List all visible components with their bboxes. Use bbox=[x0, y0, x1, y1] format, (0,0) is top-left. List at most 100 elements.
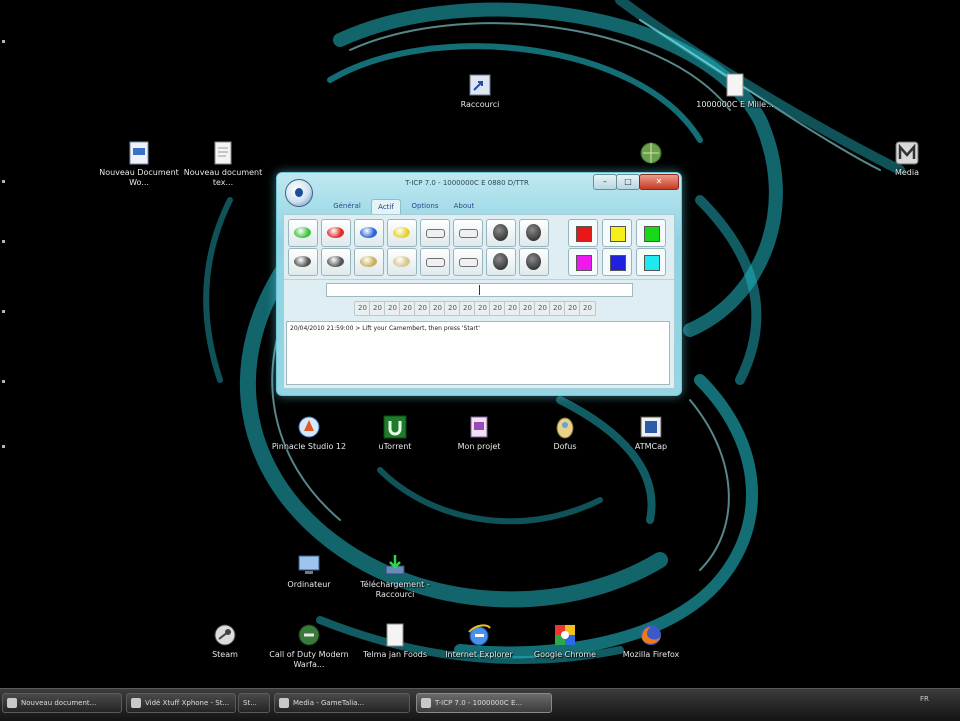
tool-pencil-button[interactable] bbox=[387, 248, 417, 276]
desktop-icon-atmcap[interactable]: ATMCap bbox=[606, 414, 696, 452]
color-blue-swatch[interactable] bbox=[602, 248, 632, 276]
steam-icon bbox=[214, 624, 236, 646]
divider bbox=[284, 279, 674, 280]
tool-gray-pill-2-icon bbox=[327, 256, 344, 267]
color-green-swatch-fill bbox=[644, 226, 660, 242]
desktop-icon-telechargement[interactable]: Téléchargement - Raccourci bbox=[350, 552, 440, 600]
cod-icon bbox=[298, 624, 320, 646]
tool-dark-round-2-icon bbox=[526, 224, 541, 241]
desktop-icon-nouveau-document-1[interactable]: Nouveau Document Wo... bbox=[94, 140, 184, 188]
tool-flat-2-button[interactable] bbox=[453, 219, 483, 247]
color-red-swatch[interactable] bbox=[568, 219, 598, 247]
tool-flat-4-button[interactable] bbox=[453, 248, 483, 276]
window-title: T-ICP 7.0 - 1000000C E 0880 D/TTR bbox=[405, 179, 529, 187]
tool-flat-3-icon bbox=[426, 258, 445, 267]
tool-dark-round-4-icon bbox=[526, 253, 541, 270]
maximize-button[interactable]: □ bbox=[616, 174, 640, 190]
desktop-icon-firefox[interactable]: Mozilla Firefox bbox=[606, 622, 696, 660]
desktop-icon-dofus[interactable]: Dofus bbox=[520, 414, 610, 452]
tool-flat-1-button[interactable] bbox=[420, 219, 450, 247]
desktop-icon-label: ATMCap bbox=[634, 442, 668, 451]
color-cyan-swatch[interactable] bbox=[636, 248, 666, 276]
tool-flat-3-button[interactable] bbox=[420, 248, 450, 276]
color-green-swatch[interactable] bbox=[636, 219, 666, 247]
task-label: Nouveau document... bbox=[21, 699, 97, 707]
task-media[interactable]: Media - GameTalia... bbox=[274, 693, 410, 713]
command-input[interactable] bbox=[326, 283, 633, 297]
desktop-icon-label: Pinnacle Studio 12 bbox=[271, 442, 347, 451]
dofus-icon bbox=[556, 417, 574, 439]
app-logo-icon[interactable] bbox=[285, 179, 313, 207]
color-magenta-swatch[interactable] bbox=[568, 248, 598, 276]
desktop-icon-mon-projet[interactable]: Mon projet bbox=[434, 414, 524, 452]
tool-yellow-pill-button[interactable] bbox=[387, 219, 417, 247]
tool-gray-pill-1-button[interactable] bbox=[288, 248, 318, 276]
task-label: T-ICP 7.0 - 1000000C E... bbox=[435, 699, 523, 707]
tool-brush-icon bbox=[360, 256, 377, 267]
tool-dark-round-1-button[interactable] bbox=[486, 219, 516, 247]
desktop-icon-raccourci[interactable]: Raccourci bbox=[435, 72, 525, 110]
desktop-icon-media[interactable]: Media bbox=[862, 140, 952, 178]
desktop-icon-telma[interactable]: Telma jan Foods bbox=[350, 622, 440, 660]
actif-panel: 20 20 20 20 20 20 20 20 20 20 20 20 20 20 20 20 20/04/2… bbox=[283, 214, 675, 389]
color-red-swatch-fill bbox=[576, 226, 592, 242]
desktop-icon-label: 1000000C E Mille... bbox=[696, 100, 774, 109]
desktop-icon-file-top-right[interactable]: 1000000C E Mille... bbox=[690, 72, 780, 110]
desktop-icon-label: Mozilla Firefox bbox=[622, 650, 680, 659]
task-ticp[interactable]: T-ICP 7.0 - 1000000C E... bbox=[416, 693, 552, 713]
task-video-xtuff[interactable]: Vidé Xtuff Xphone - St... bbox=[126, 693, 236, 713]
language-indicator[interactable]: FR bbox=[920, 695, 929, 703]
minimize-button[interactable]: – bbox=[593, 174, 617, 190]
tool-blue-pill-button[interactable] bbox=[354, 219, 384, 247]
utorrent-icon bbox=[383, 415, 407, 439]
tab-options[interactable]: Options bbox=[407, 199, 443, 213]
desktop-icon-label: Internet Explorer bbox=[445, 650, 513, 659]
text-document-icon bbox=[214, 141, 232, 165]
task-label: St... bbox=[243, 699, 257, 707]
desktop-icon-nouveau-document-2[interactable]: Nouveau document tex... bbox=[178, 140, 268, 188]
tool-pencil-icon bbox=[393, 256, 410, 267]
close-icon: ✕ bbox=[655, 177, 663, 186]
video-icon bbox=[131, 698, 141, 708]
window-titlebar[interactable]: T-ICP 7.0 - 1000000C E 0880 D/TTR – □ ✕ bbox=[277, 173, 681, 195]
tool-red-pill-button[interactable] bbox=[321, 219, 351, 247]
close-button[interactable]: ✕ bbox=[639, 174, 679, 190]
tool-dark-round-4-button[interactable] bbox=[519, 248, 549, 276]
desktop-icon-label: Telma jan Foods bbox=[363, 650, 427, 659]
tool-dark-round-2-button[interactable] bbox=[519, 219, 549, 247]
desktop-icon-globe[interactable] bbox=[606, 140, 696, 168]
value-cell[interactable]: 20 bbox=[579, 301, 596, 316]
tool-green-pill-button[interactable] bbox=[288, 219, 318, 247]
task-st[interactable]: St... bbox=[238, 693, 270, 713]
task-nouveau-document[interactable]: Nouveau document... bbox=[2, 693, 122, 713]
desktop-icon-utorrent[interactable]: uTorrent bbox=[350, 414, 440, 452]
tool-brush-button[interactable] bbox=[354, 248, 384, 276]
tool-dark-round-1-icon bbox=[493, 224, 508, 241]
desktop-icon-chrome[interactable]: Google Chrome bbox=[520, 622, 610, 660]
tool-gray-pill-2-button[interactable] bbox=[321, 248, 351, 276]
color-yellow-swatch-fill bbox=[610, 226, 626, 242]
color-yellow-swatch[interactable] bbox=[602, 219, 632, 247]
media-icon bbox=[279, 698, 289, 708]
tool-dark-round-3-button[interactable] bbox=[486, 248, 516, 276]
desktop-icon-ordinateur[interactable]: Ordinateur bbox=[264, 552, 354, 590]
media-icon bbox=[895, 141, 919, 165]
desktop-icon-label: Mon projet bbox=[457, 442, 501, 451]
desktop-icon-call-of-duty[interactable]: Call of Duty Modern Warfa... bbox=[264, 622, 354, 670]
desktop-icon-pinnacle[interactable]: Pinnacle Studio 12 bbox=[264, 414, 354, 452]
tab-about[interactable]: About bbox=[449, 199, 479, 213]
tab-general[interactable]: Général bbox=[327, 199, 367, 213]
tool-red-pill-icon bbox=[327, 227, 344, 238]
document-icon bbox=[7, 698, 17, 708]
desktop-icon-label: Nouveau Document Wo... bbox=[99, 168, 179, 187]
firefox-icon bbox=[641, 625, 661, 645]
desktop-icon-ie[interactable]: Internet Explorer bbox=[434, 622, 524, 660]
ticp-window[interactable]: T-ICP 7.0 - 1000000C E 0880 D/TTR – □ ✕ … bbox=[276, 172, 682, 396]
color-cyan-swatch-fill bbox=[644, 255, 660, 271]
log-box[interactable]: 20/04/2010 21:59:00 > Lift your Camember… bbox=[286, 321, 670, 385]
project-icon bbox=[470, 416, 488, 438]
tab-actif[interactable]: Actif bbox=[371, 199, 401, 214]
log-line: 20/04/2010 21:59:00 > Lift your Camember… bbox=[290, 325, 480, 332]
desktop-icon-steam[interactable]: Steam bbox=[180, 622, 270, 660]
globe-icon bbox=[640, 142, 662, 164]
